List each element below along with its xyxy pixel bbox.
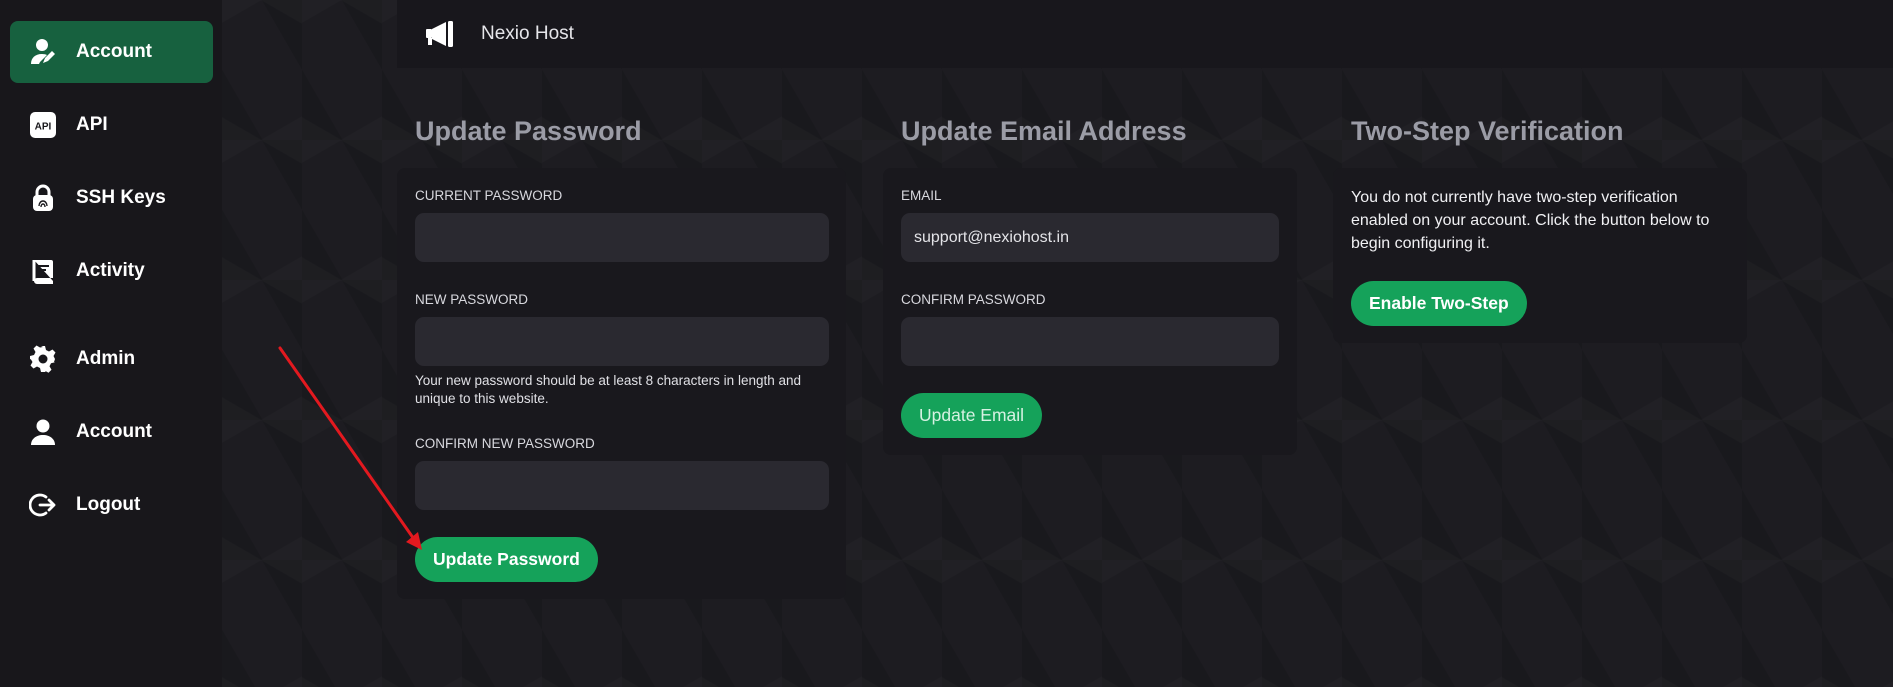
sidebar-item-label: SSH Keys [76,187,166,208]
logout-icon [29,491,57,519]
sidebar: Account API API SSH Keys Activity Admin … [0,0,222,687]
update-email-button[interactable]: Update Email [901,393,1043,438]
megaphone-icon [424,20,456,48]
two-step-title: Two-Step Verification [1351,116,1624,146]
sidebar-item-logout[interactable]: Logout [10,474,213,536]
lock-fingerprint-icon [29,184,57,212]
svg-text:API: API [35,122,52,133]
sidebar-item-api[interactable]: API API [10,94,213,156]
email-label: EMAIL [901,188,942,203]
annotation-arrow [278,346,422,550]
current-password-input[interactable] [415,213,829,262]
sidebar-item-label: Admin [76,348,136,369]
sidebar-item-ssh-keys[interactable]: SSH Keys [10,167,213,229]
current-password-label: CURRENT PASSWORD [415,188,563,203]
sidebar-item-label: Account [76,421,152,442]
sidebar-item-admin[interactable]: Admin [10,328,213,390]
two-step-description: You do not currently have two-step verif… [1351,189,1710,252]
sidebar-item-label: Account [76,41,152,62]
sidebar-item-account-2[interactable]: Account [10,401,213,463]
sidebar-item-label: Logout [76,494,141,515]
book-icon [29,257,57,285]
update-email-title: Update Email Address [901,116,1187,146]
new-password-label: NEW PASSWORD [415,292,529,307]
enable-two-step-button[interactable]: Enable Two-Step [1351,281,1527,326]
sidebar-item-account[interactable]: Account [10,21,213,83]
sidebar-item-label: Activity [76,260,145,281]
api-icon: API [29,111,57,139]
new-password-input[interactable] [415,317,829,366]
brand-name: Nexio Host [481,23,574,44]
update-password-title: Update Password [415,116,642,146]
confirm-password-label: CONFIRM PASSWORD [901,292,1046,307]
user-icon [29,418,57,446]
user-edit-icon [29,38,57,66]
email-input[interactable] [901,213,1279,262]
gear-icon [29,345,57,373]
sidebar-item-label: API [76,114,108,135]
password-helper-text: Your new password should be at least 8 c… [415,373,801,406]
sidebar-item-activity[interactable]: Activity [10,240,213,302]
update-password-button[interactable]: Update Password [415,537,598,582]
confirm-new-password-input[interactable] [415,461,829,510]
confirm-new-password-label: CONFIRM NEW PASSWORD [415,436,595,451]
confirm-password-input[interactable] [901,317,1279,366]
top-bar [397,0,1893,68]
